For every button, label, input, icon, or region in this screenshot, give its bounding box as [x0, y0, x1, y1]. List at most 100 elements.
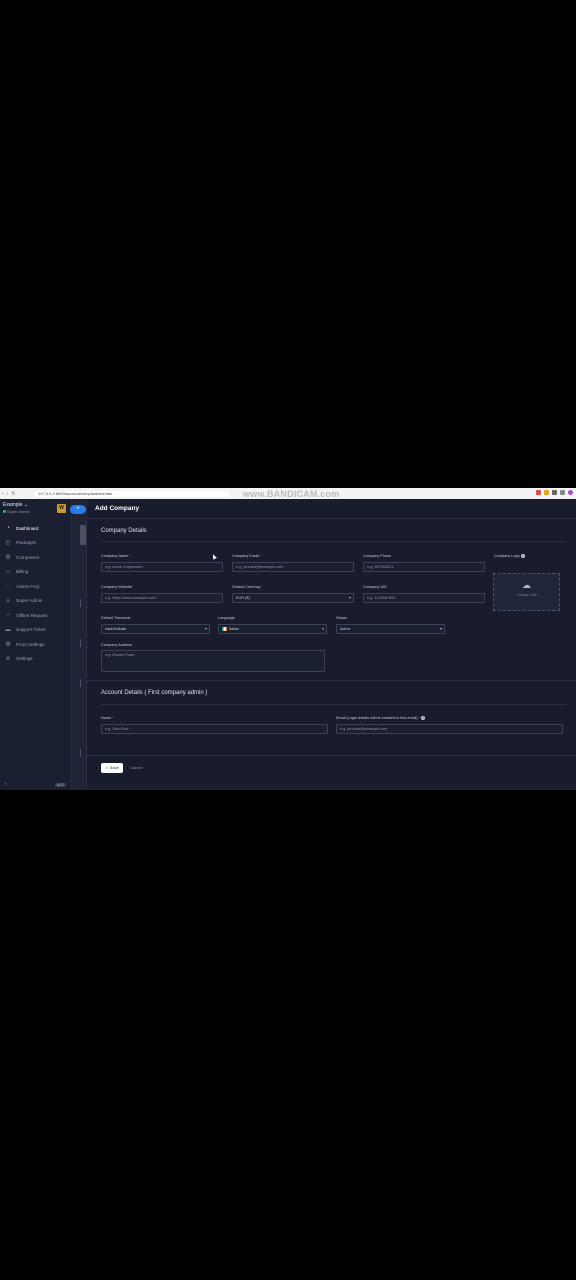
package-icon: ◰	[5, 539, 11, 546]
language-label: Language	[218, 616, 235, 620]
extension-icon[interactable]	[536, 490, 541, 495]
company-details-heading: Company Details	[101, 528, 147, 534]
company-phone-input[interactable]: e.g. 987654321	[363, 562, 485, 572]
forward-icon[interactable]: ›	[7, 491, 9, 497]
company-address-textarea[interactable]: e.g. Rocket Road	[101, 650, 325, 672]
account-details-heading: Account Details ( First company admin )	[101, 690, 208, 696]
add-company-modal: Add Company Company Details Company Name…	[86, 499, 576, 788]
back-icon[interactable]: ‹	[2, 491, 4, 497]
extension-icon[interactable]	[544, 490, 549, 495]
sidebar-item-dashboard[interactable]: ◔ Dashboard	[0, 521, 72, 536]
front-settings-icon: ▤	[5, 641, 11, 648]
sidebar-item-front-settings[interactable]: ▤ Front Settings	[0, 637, 72, 652]
extension-icon[interactable]	[560, 490, 565, 495]
company-address-label: Company Address	[101, 643, 133, 647]
sidebar: Example ⌄ Super Admin W ◔ Dashboard ◰ Packa…	[0, 499, 72, 790]
company-email-label: Company Email *	[232, 554, 262, 558]
background-element	[80, 679, 81, 687]
divider	[87, 755, 576, 756]
company-website-input[interactable]: e.g. https://www.example.com/	[101, 593, 223, 603]
caret-down-icon: ▾	[204, 626, 207, 631]
help-icon[interactable]: ?	[520, 554, 525, 558]
sidebar-item-label: Dashboard	[16, 525, 39, 531]
save-button[interactable]: ✓ Save	[101, 763, 123, 773]
reload-icon[interactable]: ↻	[11, 491, 15, 497]
collapse-sidebar-icon[interactable]: ‹	[5, 781, 7, 787]
background-element	[80, 749, 81, 757]
sidebar-item-label: Admin FAQ	[16, 583, 40, 589]
sidebar-item-admin-faq[interactable]: ◌ Admin FAQ	[0, 579, 72, 594]
sidebar-item-packages[interactable]: ◰ Packages	[0, 536, 72, 551]
cloud-upload-icon: ☁	[522, 580, 531, 590]
browser-nav: ‹ › ↻	[0, 491, 34, 497]
sidebar-item-label: Packages	[16, 540, 37, 546]
sidebar-item-super-admin[interactable]: ♙ Super Admin	[0, 594, 72, 609]
company-name-label: Company Name *	[101, 554, 131, 558]
admin-name-input[interactable]: e.g. John Doe	[101, 724, 328, 734]
faq-icon: ◌	[6, 583, 10, 590]
upload-hint: Choose a file	[516, 593, 537, 597]
company-logo-dropzone[interactable]: ☁ Choose a file	[493, 573, 560, 611]
sidebar-item-support-ticket[interactable]: ▬ Support Ticket	[0, 623, 72, 638]
admin-email-input[interactable]: e.g. johndoe@example.com	[336, 724, 563, 734]
default-currency-select[interactable]: EUR (€) ▾	[232, 593, 354, 603]
default-timezone-select[interactable]: Asia/Kolkata ▾	[101, 624, 210, 634]
browser-toolbar: ‹ › ↻ 127.0.0.1:8000/account/companies/c…	[0, 488, 576, 499]
admin-email-label: Email (Login details will be emailed to …	[336, 716, 426, 720]
sidebar-menu: ◔ Dashboard ◰ Packages ▥ Companies ▭ Billing ◌ Ad…	[0, 521, 72, 666]
sidebar-item-label: Super Admin	[16, 598, 43, 604]
version-badge: v2.0	[55, 783, 66, 787]
status-label: Status	[336, 616, 347, 620]
company-website-label: Company Website	[101, 585, 132, 589]
profile-avatar[interactable]	[568, 490, 573, 495]
sidebar-item-label: Billing	[16, 569, 29, 575]
company-email-input[interactable]: e.g. johndoe@example.com	[232, 562, 354, 572]
default-currency-label: Default Currency	[232, 585, 261, 589]
address-bar[interactable]: 127.0.0.1:8000/account/companies/create	[34, 490, 230, 497]
divider	[87, 680, 576, 681]
extension-icon[interactable]	[552, 490, 557, 495]
sidebar-item-offline-request[interactable]: ⌁ Offline Request	[0, 608, 72, 623]
screen: ‹ › ↻ 127.0.0.1:8000/account/companies/c…	[0, 488, 576, 790]
caret-down-icon: ▾	[321, 626, 324, 631]
chevron-down-icon: ⌄	[23, 502, 29, 508]
add-button[interactable]: +	[70, 505, 86, 514]
language-select[interactable]: Italian ▾	[218, 624, 327, 634]
divider	[101, 704, 567, 705]
help-icon[interactable]: ?	[421, 716, 426, 720]
default-timezone-label: Default Timezone	[101, 616, 131, 620]
user-shield-icon: ♙	[5, 597, 11, 604]
gear-icon: ⚙	[5, 655, 11, 662]
ticket-icon: ▬	[5, 626, 11, 633]
company-name-input[interactable]: e.g. Acme Corporation	[101, 562, 223, 572]
company-vat-input[interactable]: e.g. 1234567891	[363, 593, 485, 603]
sidebar-item-label: Settings	[16, 656, 33, 662]
dashboard-icon: ◔	[6, 525, 10, 532]
sidebar-item-companies[interactable]: ▥ Companies	[0, 550, 72, 565]
caret-down-icon: ▾	[348, 595, 351, 600]
status-select[interactable]: Active ▾	[336, 624, 445, 634]
sidebar-item-label: Companies	[16, 554, 40, 560]
offline-icon: ⌁	[6, 612, 10, 619]
background-element	[80, 639, 81, 647]
building-icon: ▥	[5, 554, 11, 561]
company-vat-label: Company VAT	[363, 585, 388, 589]
workspace-switcher[interactable]: Example ⌄ Super Admin	[3, 502, 30, 514]
company-phone-label: Company Phone	[363, 554, 392, 558]
cancel-button[interactable]: Cancel	[130, 763, 142, 773]
billing-icon: ▭	[5, 568, 11, 575]
sidebar-item-settings[interactable]: ⚙ Settings	[0, 652, 72, 667]
app-logo: W	[57, 504, 66, 513]
background-page	[72, 499, 87, 790]
company-logo-label: Company Logo?	[494, 554, 525, 558]
online-status-dot	[3, 510, 6, 513]
modal-title: Add Company	[87, 499, 576, 519]
sidebar-item-label: Offline Request	[16, 612, 48, 618]
browser-extensions	[536, 490, 573, 495]
workspace-name: Example	[3, 502, 23, 508]
sidebar-item-label: Support Ticket	[16, 627, 46, 633]
sidebar-item-billing[interactable]: ▭ Billing	[0, 565, 72, 580]
divider	[101, 541, 567, 542]
user-role: Super Admin	[3, 509, 30, 514]
recording-watermark: www.BANDICAM.com	[243, 489, 340, 499]
